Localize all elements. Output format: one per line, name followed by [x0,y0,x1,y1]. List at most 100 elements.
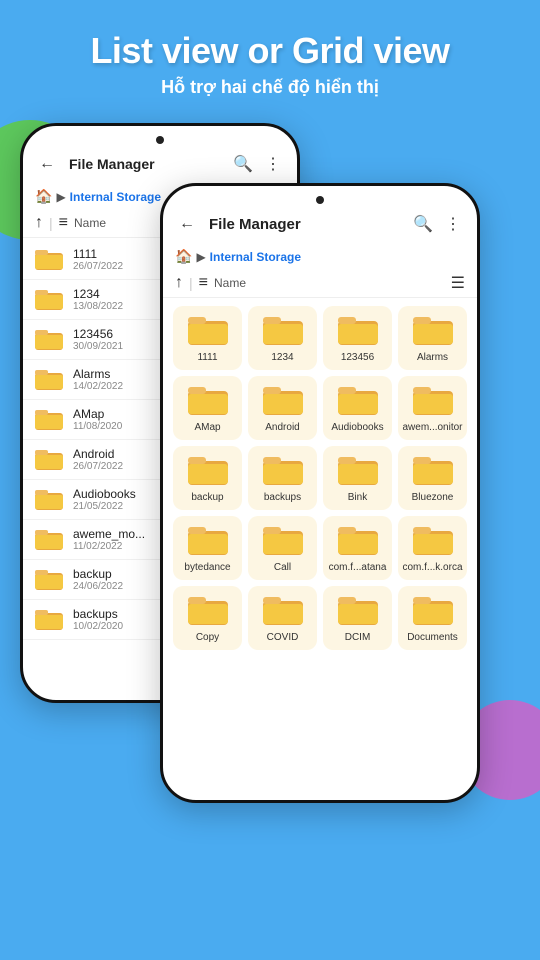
grid-item-name: DCIM [345,632,371,644]
grid-item-name: awem...onitor [402,422,462,434]
breadcrumb-current-front[interactable]: Internal Storage [210,250,301,264]
grid-item-name: Audiobooks [331,422,383,434]
folder-icon [35,248,63,272]
divider: | [49,215,53,231]
folder-icon [35,608,63,632]
grid-item[interactable]: Call [248,516,317,580]
notch-area [23,126,297,144]
folder-icon-grid [263,384,303,418]
grid-item-name: backups [264,492,301,504]
grid-item[interactable]: backups [248,446,317,510]
sort-filter-icon-front[interactable]: ≡ [199,274,208,292]
sort-up-icon[interactable]: ↑ [35,214,43,232]
grid-item[interactable]: 1111 [173,306,242,370]
phone-grid-view: ← File Manager 🔍 ⋮ 🏠 ▶ Internal Storage … [160,183,480,803]
home-icon-front[interactable]: 🏠 [175,248,192,265]
grid-item[interactable]: COVID [248,586,317,650]
grid-item-name: com.f...k.orca [402,562,462,574]
more-icon[interactable]: ⋮ [261,152,285,176]
folder-icon [35,408,63,432]
back-icon-front[interactable]: ← [175,212,199,236]
sort-up-icon-front[interactable]: ↑ [175,274,183,292]
folder-icon-grid [338,454,378,488]
folder-icon-grid [263,314,303,348]
folder-icon-grid [188,384,228,418]
grid-item-name: Bink [348,492,367,504]
grid-item[interactable]: com.f...k.orca [398,516,467,580]
folder-icon-grid [338,594,378,628]
folder-icon [35,568,63,592]
grid-item-name: COVID [267,632,299,644]
phones-container: ← File Manager 🔍 ⋮ 🏠 ▶ Internal Storage … [0,123,540,803]
camera-dot-front [316,196,324,204]
folder-icon [35,288,63,312]
breadcrumb-front: 🏠 ▶ Internal Storage [163,244,477,269]
folder-icon-grid [338,384,378,418]
sub-title: Hỗ trợ hai chế độ hiển thị [20,77,520,98]
folder-icon-grid [413,314,453,348]
grid-view-container: 1111 1234 123456 Alarms AMap Android [163,300,477,656]
folder-icon-grid [188,314,228,348]
header-section: List view or Grid view Hỗ trợ hai chế độ… [0,0,540,113]
grid-item[interactable]: Copy [173,586,242,650]
grid-item-name: 1234 [271,352,293,364]
app-title-back: File Manager [69,156,225,172]
grid-item[interactable]: com.f...atana [323,516,392,580]
folder-icon [35,448,63,472]
folder-icon-grid [413,524,453,558]
search-icon[interactable]: 🔍 [231,152,255,176]
grid-item[interactable]: Bink [323,446,392,510]
folder-icon [35,488,63,512]
grid-item-name: 123456 [341,352,374,364]
sort-filter-icon[interactable]: ≡ [59,214,68,232]
folder-icon-grid [188,524,228,558]
grid-item[interactable]: Documents [398,586,467,650]
main-title: List view or Grid view [20,30,520,71]
grid-item[interactable]: bytedance [173,516,242,580]
grid-item-name: backup [191,492,223,504]
folder-icon-grid [413,594,453,628]
grid-item-name: 1111 [197,352,217,364]
folder-icon-grid [263,594,303,628]
folder-icon-grid [188,594,228,628]
breadcrumb-current-back[interactable]: Internal Storage [70,190,161,204]
camera-dot [156,136,164,144]
sort-label-front: Name [214,276,445,290]
folder-icon-grid [263,454,303,488]
grid-item-name: Bluezone [412,492,454,504]
grid-item-name: Android [265,422,299,434]
search-icon-front[interactable]: 🔍 [411,212,435,236]
grid-item-name: bytedance [184,562,230,574]
grid-item[interactable]: Bluezone [398,446,467,510]
list-view-icon[interactable]: ☰ [451,273,465,293]
grid-item[interactable]: 123456 [323,306,392,370]
grid-item[interactable]: AMap [173,376,242,440]
folder-icon [35,368,63,392]
grid-item[interactable]: backup [173,446,242,510]
app-bar-back: ← File Manager 🔍 ⋮ [23,144,297,184]
folder-icon-grid [413,384,453,418]
breadcrumb-separator-front: ▶ [196,250,205,264]
grid-item[interactable]: Alarms [398,306,467,370]
grid-item-copy: Copy [196,632,219,644]
grid-item[interactable]: Audiobooks [323,376,392,440]
grid-item-name: Alarms [417,352,448,364]
app-title-front: File Manager [209,216,405,233]
folder-icon-grid [188,454,228,488]
folder-icon [35,328,63,352]
home-icon[interactable]: 🏠 [35,188,52,205]
grid-item[interactable]: DCIM [323,586,392,650]
sort-bar-front: ↑ | ≡ Name ☰ [163,269,477,298]
folder-icon-grid [338,524,378,558]
back-icon[interactable]: ← [35,152,59,176]
folder-icon-grid [413,454,453,488]
more-icon-front[interactable]: ⋮ [441,212,465,236]
notch-area-front [163,186,477,204]
breadcrumb-separator: ▶ [56,190,65,204]
folder-icon-grid [263,524,303,558]
folder-icon-grid [338,314,378,348]
grid-item[interactable]: awem...onitor [398,376,467,440]
grid-item[interactable]: 1234 [248,306,317,370]
grid-item[interactable]: Android [248,376,317,440]
folder-icon [35,528,63,552]
